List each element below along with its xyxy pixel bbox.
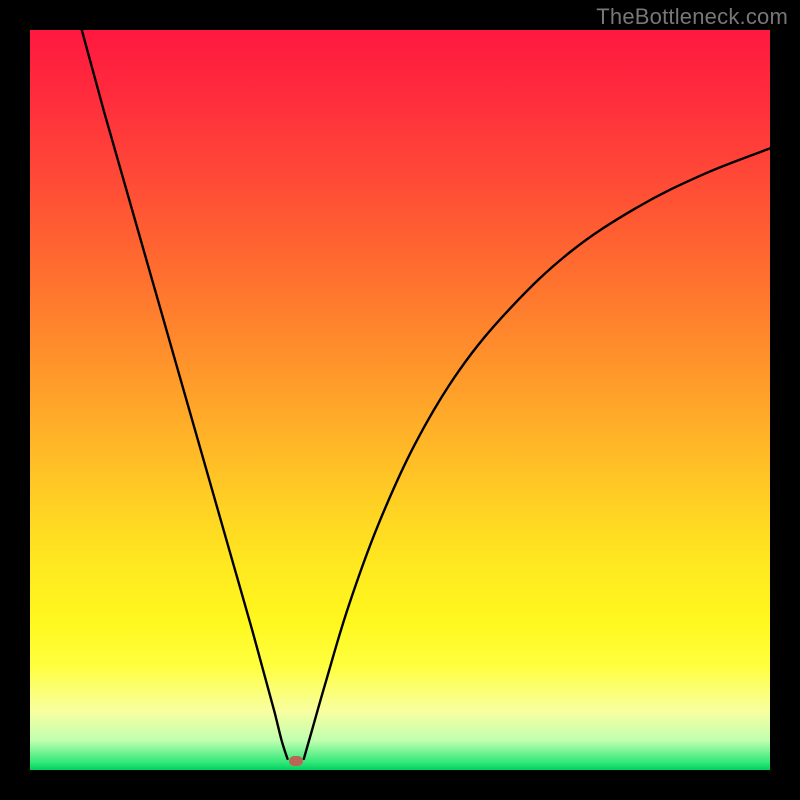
chart-frame: TheBottleneck.com bbox=[0, 0, 800, 800]
plot-area bbox=[30, 30, 770, 770]
watermark-text: TheBottleneck.com bbox=[596, 4, 788, 30]
optimum-marker bbox=[289, 756, 303, 766]
bottleneck-curve bbox=[30, 30, 770, 770]
